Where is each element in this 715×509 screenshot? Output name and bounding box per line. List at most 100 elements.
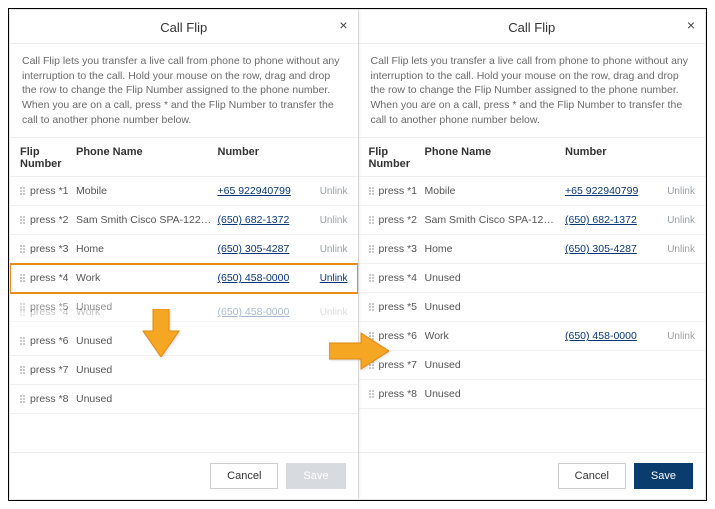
number-cell: (650) 305-4287 [565,243,655,255]
unlink-link[interactable]: Unlink [667,244,695,255]
name-cell: Sam Smith Cisco SPA-122 A... [425,214,566,226]
drag-handle-icon[interactable] [20,274,26,282]
unlink-link[interactable]: Unlink [667,186,695,197]
action-cell: Unlink [655,214,695,226]
action-cell: Unlink [655,243,695,255]
unlink-link[interactable]: Unlink [320,273,348,284]
name-cell: Home [425,243,566,255]
drag-handle-icon[interactable] [20,337,26,345]
flip-cell: press *1 [379,185,425,197]
save-button: Save [286,463,345,489]
drag-handle-icon[interactable] [20,187,26,195]
table-header-row: Flip Number Phone Name Number [359,138,706,177]
table-row[interactable]: press *1Mobile+65 922940799 Unlink [359,177,706,206]
cancel-button[interactable]: Cancel [558,463,626,489]
drag-handle-icon[interactable] [20,303,26,311]
number-link[interactable]: +65 922940799 [565,185,638,197]
number-link[interactable]: (650) 305-4287 [218,243,290,255]
dialog-title: Call Flip [160,20,207,35]
number-cell: (650) 682-1372 [565,214,655,226]
col-name-header: Phone Name [425,146,566,170]
table-row[interactable]: press *3Home(650) 305-4287Unlink [359,235,706,264]
dialog-footer: Cancel Save [10,452,358,499]
save-button[interactable]: Save [634,463,693,489]
unlink-link[interactable]: Unlink [320,215,348,226]
flip-cell: press *8 [379,388,425,400]
number-link[interactable]: (650) 682-1372 [565,214,637,226]
table-row[interactable]: press *4Unused [359,264,706,293]
col-flip-header: Flip Number [369,146,425,170]
name-cell: Unused [76,364,218,376]
unlink-link[interactable]: Unlink [320,244,348,255]
drag-handle-icon[interactable] [369,303,375,311]
number-cell: (650) 305-4287 [218,243,308,255]
name-cell: Unused [425,272,566,284]
name-cell: Unused [425,359,566,371]
number-link[interactable]: (650) 458-0000 [565,330,637,342]
table-row[interactable]: press *4Work(650) 458-0000 Unlink [10,264,358,293]
flip-table: Flip Number Phone Name Number press *1Mo… [359,138,706,452]
number-link[interactable]: +65 922940799 [218,185,291,197]
flip-cell: press *4 [30,272,76,284]
drag-handle-icon[interactable] [369,216,375,224]
number-cell: (650) 458-0000 [565,330,655,342]
table-row[interactable]: press *7Unused [10,356,358,385]
number-link[interactable]: (650) 305-4287 [565,243,637,255]
number-link[interactable]: (650) 682-1372 [218,214,290,226]
col-number-header: Number [565,146,655,170]
drag-handle-icon[interactable] [369,274,375,282]
table-row[interactable]: press *5Unused [359,293,706,322]
drag-handle-icon[interactable] [369,390,375,398]
table-row[interactable]: press *6Unused [10,327,358,356]
name-cell: Mobile [425,185,566,197]
dialog-footer: Cancel Save [359,452,706,499]
col-flip-header: Flip Number [20,146,76,170]
flip-cell: press *1 [30,185,76,197]
action-cell: Unlink [308,214,348,226]
table-row[interactable]: press *2Sam Smith Cisco SPA-122 A...(650… [10,206,358,235]
unlink-link[interactable]: Unlink [667,331,695,342]
dialog-header: Call Flip × [10,10,358,44]
flip-cell: press *4 [379,272,425,284]
unlink-link[interactable]: Unlink [320,186,348,197]
number-cell: (650) 682-1372 [218,214,308,226]
table-row[interactable]: press *1Mobile+65 922940799Unlink [10,177,358,206]
dialog-description: Call Flip lets you transfer a live call … [10,44,358,138]
table-row[interactable]: press *7Unused [359,351,706,380]
name-cell: Sam Smith Cisco SPA-122 A... [76,214,218,226]
dialog-header: Call Flip × [359,10,706,44]
drag-handle-icon[interactable] [20,395,26,403]
table-row[interactable]: press *3Home(650) 305-4287 Unlink [10,235,358,264]
name-cell: Unused [76,393,218,405]
arrow-down-icon [141,309,181,357]
table-row[interactable]: press *2Sam Smith Cisco SPA-122 A...(650… [359,206,706,235]
action-cell: Unlink [655,185,695,197]
drag-handle-icon[interactable] [369,245,375,253]
number-cell: +65 922940799 [218,185,308,197]
call-flip-dialog-before: Call Flip × Call Flip lets you transfer … [9,9,358,500]
dialog-title: Call Flip [508,20,555,35]
table-row[interactable]: press *8Unused [10,385,358,414]
name-cell: Home [76,243,218,255]
name-cell: Work [425,330,566,342]
action-cell: Unlink [308,243,348,255]
table-row[interactable]: press *6Work(650) 458-0000Unlink [359,322,706,351]
table-row[interactable]: press *5Unused [10,293,358,322]
name-cell: Unused [425,388,566,400]
flip-cell: press *3 [30,243,76,255]
flip-cell: press *2 [30,214,76,226]
drag-handle-icon[interactable] [20,366,26,374]
cancel-button[interactable]: Cancel [210,463,278,489]
drag-handle-icon[interactable] [369,187,375,195]
drag-handle-icon[interactable] [20,216,26,224]
number-link[interactable]: (650) 458-0000 [218,272,290,284]
drag-handle-icon[interactable] [20,245,26,253]
flip-cell: press *5 [30,301,76,313]
close-icon[interactable]: × [339,18,347,32]
number-cell: +65 922940799 [565,185,655,197]
table-row[interactable]: press *8Unused [359,380,706,409]
unlink-link[interactable]: Unlink [667,215,695,226]
flip-cell: press *2 [379,214,425,226]
name-cell: Work [76,272,218,284]
close-icon[interactable]: × [687,18,695,32]
